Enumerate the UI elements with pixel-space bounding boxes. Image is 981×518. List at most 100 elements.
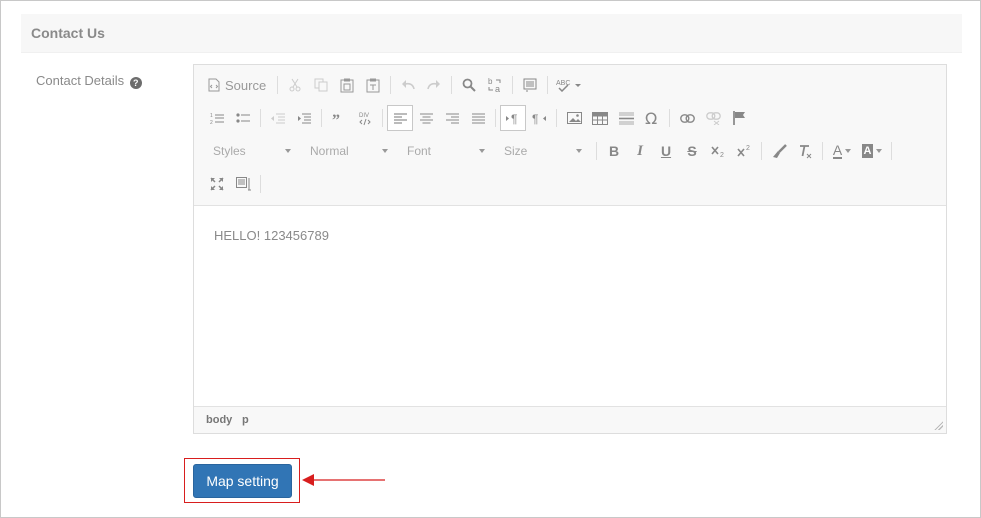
- background-color-button[interactable]: A: [857, 138, 887, 164]
- styles-dropdown[interactable]: Styles: [204, 139, 295, 163]
- horizontal-line-icon: [618, 112, 634, 124]
- rich-text-editor: Source b a ABC 1 2 ” DIV ¶ ¶ Ω Styles No…: [193, 64, 947, 434]
- align-left-button[interactable]: [387, 105, 413, 131]
- maximize-icon: [210, 177, 224, 191]
- redo-icon: [427, 80, 441, 90]
- superscript-button[interactable]: 2: [731, 138, 757, 164]
- omega-icon: Ω: [645, 111, 657, 125]
- red-arrow-icon: [302, 474, 385, 486]
- unlink-button[interactable]: [700, 105, 726, 131]
- toolbar-separator: [596, 142, 597, 160]
- size-dropdown[interactable]: Size: [495, 139, 586, 163]
- text-color-label: A: [832, 141, 843, 159]
- copy-format-button[interactable]: [766, 138, 792, 164]
- remove-format-icon: [799, 144, 811, 158]
- format-dropdown[interactable]: Normal: [301, 139, 392, 163]
- source-label: Source: [225, 77, 267, 93]
- replace-button[interactable]: ba: [482, 72, 508, 98]
- align-justify-icon: [471, 113, 485, 123]
- format-label: Normal: [310, 144, 349, 158]
- ltr-button[interactable]: ¶: [500, 105, 526, 131]
- show-blocks-button[interactable]: [230, 171, 256, 197]
- field-label-row: Contact Details ?: [36, 72, 142, 90]
- bg-color-label: A: [861, 144, 874, 158]
- cut-button[interactable]: [282, 72, 308, 98]
- styles-label: Styles: [213, 144, 246, 158]
- rtl-button[interactable]: ¶: [526, 105, 552, 131]
- svg-text:2: 2: [720, 152, 724, 158]
- horizontal-line-button[interactable]: [613, 105, 639, 131]
- redo-button[interactable]: [421, 72, 447, 98]
- chevron-down-icon: [285, 149, 291, 153]
- font-dropdown[interactable]: Font: [398, 139, 489, 163]
- align-right-button[interactable]: [439, 105, 465, 131]
- bulleted-list-button[interactable]: [230, 105, 256, 131]
- svg-text:a: a: [495, 84, 500, 93]
- link-button[interactable]: [674, 105, 700, 131]
- toolbar-separator: [277, 76, 279, 94]
- italic-button[interactable]: I: [627, 138, 653, 164]
- select-all-button[interactable]: [517, 72, 543, 98]
- subscript-button[interactable]: 2: [705, 138, 731, 164]
- special-char-button[interactable]: Ω: [639, 105, 665, 131]
- toolbar-separator: [260, 175, 261, 193]
- path-body[interactable]: body: [206, 414, 232, 426]
- create-div-button[interactable]: DIV: [352, 105, 378, 131]
- resize-handle-icon[interactable]: [934, 421, 943, 430]
- table-button[interactable]: [587, 105, 613, 131]
- paste-button[interactable]: [334, 72, 360, 98]
- spellcheck-button[interactable]: ABC: [552, 72, 586, 98]
- blockquote-button[interactable]: ”: [326, 105, 352, 131]
- path-p[interactable]: p: [242, 414, 249, 426]
- table-icon: [592, 111, 608, 125]
- paintbrush-icon: [772, 143, 787, 158]
- svg-text:DIV: DIV: [359, 113, 369, 119]
- anchor-button[interactable]: [726, 105, 752, 131]
- outdent-button[interactable]: [265, 105, 291, 131]
- map-setting-button[interactable]: Map setting: [193, 464, 292, 498]
- paste-text-icon: [366, 78, 380, 92]
- source-button[interactable]: Source: [204, 72, 273, 98]
- chevron-down-icon: [479, 149, 485, 153]
- svg-text:b: b: [488, 77, 493, 86]
- unlink-icon: [705, 111, 721, 125]
- replace-icon: ba: [488, 77, 501, 93]
- paste-icon: [340, 78, 354, 92]
- copy-button[interactable]: [308, 72, 334, 98]
- justify-button[interactable]: [465, 105, 491, 131]
- font-label: Font: [407, 144, 432, 158]
- bold-button[interactable]: B: [601, 138, 627, 164]
- div-container-icon: DIV: [359, 113, 371, 125]
- editor-status-bar: body p: [194, 406, 946, 433]
- toolbar-row-2: 12 ” DIV ¶ ¶ Ω: [204, 104, 752, 132]
- image-button[interactable]: [561, 105, 587, 131]
- toolbar-separator: [382, 109, 383, 127]
- contact-details-label: Contact Details: [36, 73, 125, 88]
- find-button[interactable]: [456, 72, 482, 98]
- quote-icon: ”: [332, 112, 340, 124]
- maximize-button[interactable]: [204, 171, 230, 197]
- toolbar-separator: [321, 109, 322, 127]
- align-center-button[interactable]: [413, 105, 439, 131]
- toolbar-separator: [822, 142, 823, 160]
- text-direction-rtl-icon: ¶: [532, 112, 546, 125]
- text-color-button[interactable]: A: [827, 138, 857, 164]
- numbered-list-button[interactable]: 12: [204, 105, 230, 131]
- size-label: Size: [504, 144, 528, 158]
- underline-button[interactable]: U: [653, 138, 679, 164]
- undo-button[interactable]: [395, 72, 421, 98]
- question-circle-icon[interactable]: ?: [129, 77, 142, 89]
- undo-icon: [402, 80, 415, 90]
- toolbar-separator: [556, 109, 557, 127]
- paste-text-button[interactable]: [360, 72, 386, 98]
- align-right-icon: [445, 113, 459, 123]
- remove-format-button[interactable]: [792, 138, 818, 164]
- toolbar-separator: [260, 109, 261, 127]
- indent-button[interactable]: [291, 105, 317, 131]
- editor-content[interactable]: HELLO! 123456789: [214, 228, 329, 243]
- align-center-icon: [419, 113, 433, 123]
- strikethrough-button[interactable]: S: [679, 138, 705, 164]
- toolbar-separator: [547, 76, 549, 94]
- toolbar-row-1: Source b a ABC: [204, 71, 586, 99]
- svg-text:1: 1: [210, 113, 213, 119]
